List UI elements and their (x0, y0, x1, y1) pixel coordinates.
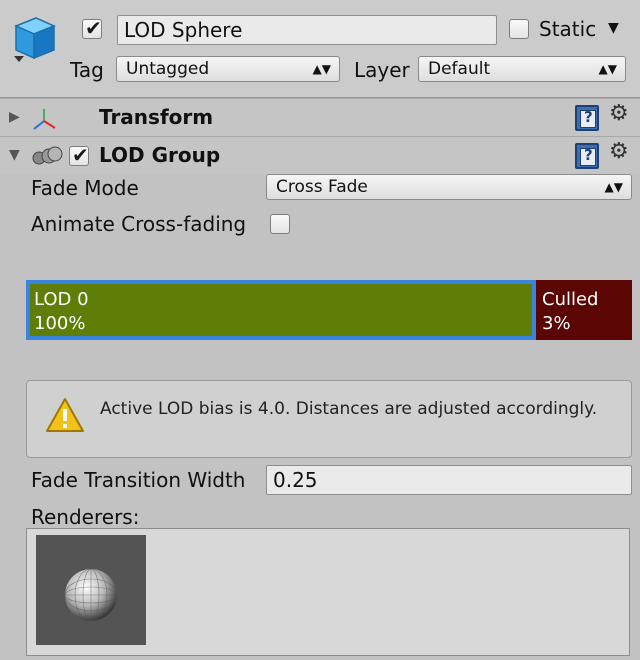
culled-segment[interactable]: Culled 3% (536, 280, 632, 340)
transform-title: Transform (99, 105, 214, 129)
static-label: Static (539, 17, 597, 41)
lod-0-percent: 100% (34, 313, 86, 334)
transform-component-header[interactable]: ▶ Transform ⚙ (0, 98, 640, 136)
layer-dropdown-value: Default (428, 59, 491, 79)
object-name-field[interactable]: LOD Sphere (117, 15, 497, 45)
help-book-icon[interactable] (575, 105, 599, 131)
layer-dropdown[interactable]: Default ▲▼ (418, 56, 626, 82)
tag-dropdown[interactable]: Untagged ▲▼ (116, 56, 340, 82)
gameobject-cube-icon (14, 17, 56, 62)
culled-name: Culled (542, 289, 599, 310)
tag-dropdown-value: Untagged (126, 59, 210, 79)
transform-axes-icon (33, 109, 56, 130)
culled-percent: 3% (542, 313, 571, 334)
warning-text: Active LOD bias is 4.0. Distances are ad… (100, 399, 598, 419)
popup-arrows-icon: ▲▼ (312, 62, 331, 76)
popup-arrows-icon: ▲▼ (598, 62, 617, 76)
fade-mode-value: Cross Fade (276, 177, 368, 197)
gear-icon[interactable]: ⚙ (609, 101, 629, 126)
tag-label: Tag (70, 58, 104, 82)
sphere-mesh-icon (64, 568, 118, 622)
fade-mode-dropdown[interactable]: Cross Fade ▲▼ (266, 174, 632, 200)
lod-group-enabled-checkbox[interactable] (69, 143, 89, 167)
gear-icon[interactable]: ⚙ (609, 139, 629, 164)
renderers-list[interactable] (26, 528, 630, 656)
renderers-label: Renderers: (31, 505, 140, 529)
active-checkbox[interactable] (82, 16, 102, 40)
renderer-thumbnail[interactable] (36, 535, 146, 645)
help-book-icon[interactable] (575, 143, 599, 169)
lod-group-component-header[interactable]: ▼ LOD Group ⚙ (0, 136, 640, 174)
lod-group-icon (32, 146, 63, 165)
static-checkbox[interactable] (509, 19, 529, 39)
fade-transition-width-label: Fade Transition Width (31, 468, 246, 492)
static-dropdown-arrow-icon[interactable]: ▼ (608, 20, 619, 36)
layer-label: Layer (354, 58, 410, 82)
lod-0-segment[interactable]: LOD 0 100% (26, 280, 536, 340)
fade-mode-label: Fade Mode (31, 176, 139, 200)
fade-transition-width-field[interactable]: 0.25 (266, 465, 632, 495)
lod-bias-warning-box: Active LOD bias is 4.0. Distances are ad… (26, 380, 632, 458)
lod-0-name: LOD 0 (34, 289, 89, 310)
animate-cross-fading-label: Animate Cross-fading (31, 212, 247, 236)
lod-group-title: LOD Group (99, 143, 221, 167)
warning-icon (46, 398, 84, 432)
lod-levels-bar[interactable]: LOD 0 100% Culled 3% (26, 280, 632, 340)
popup-arrows-icon: ▲▼ (604, 180, 623, 194)
animate-cross-fading-checkbox[interactable] (270, 214, 290, 234)
inspector-header: LOD Sphere Static ▼ Tag Untagged ▲▼ Laye… (0, 0, 640, 98)
foldout-expanded-icon[interactable]: ▼ (9, 147, 20, 163)
foldout-collapsed-icon[interactable]: ▶ (9, 109, 20, 125)
